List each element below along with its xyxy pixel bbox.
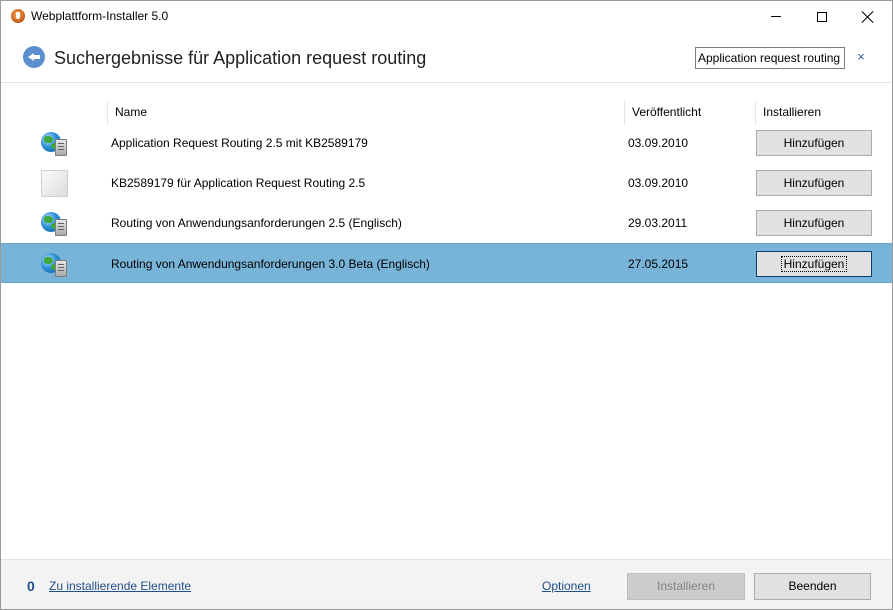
minimize-button[interactable] [753,1,799,32]
maximize-icon [817,11,827,22]
column-header-install[interactable]: Installieren [763,105,821,119]
maximize-button[interactable] [799,1,845,32]
items-to-install-link[interactable]: Zu installierende Elemente [49,579,191,593]
blank-page-icon [41,170,69,197]
product-name: Routing von Anwendungsanforderungen 2.5 … [111,216,402,230]
table-row[interactable]: KB2589179 für Application Request Routin… [1,163,892,203]
product-date: 27.05.2015 [628,257,689,271]
title-bar: Webplattform-Installer 5.0 [1,1,892,32]
add-button[interactable]: Hinzufügen [756,210,872,236]
web-platform-installer-icon [11,9,25,23]
product-date: 03.09.2010 [628,176,689,190]
product-name: Application Request Routing 2.5 mit KB25… [111,136,368,150]
add-button[interactable]: Hinzufügen [756,130,872,156]
add-button[interactable]: Hinzufügen [756,170,872,196]
column-header-published[interactable]: Veröffentlicht [632,105,701,119]
search-input[interactable] [695,47,845,69]
installer-window: Webplattform-Installer 5.0 Suchergebniss… [0,0,893,610]
column-divider [107,101,108,125]
quit-button[interactable]: Beenden [754,573,871,600]
close-icon [862,11,874,23]
install-button[interactable]: Installieren [627,573,745,600]
table-row[interactable]: Application Request Routing 2.5 mit KB25… [1,123,892,163]
column-header-name[interactable]: Name [115,105,147,119]
globe-server-icon [41,251,69,277]
add-button[interactable]: Hinzufügen [756,251,872,277]
page-title: Suchergebnisse für Application request r… [54,48,427,68]
product-date: 03.09.2010 [628,136,689,150]
column-divider [624,101,625,125]
close-window-button[interactable] [845,1,891,32]
table-row-selected[interactable]: Routing von Anwendungsanforderungen 3.0 … [1,243,892,283]
back-arrow-icon[interactable] [23,46,45,68]
table-row[interactable]: Routing von Anwendungsanforderungen 2.5 … [1,203,892,243]
options-link[interactable]: Optionen [542,579,591,593]
column-divider [755,101,756,125]
footer-bar: 0 Zu installierende Elemente Optionen In… [1,559,892,609]
product-date: 29.03.2011 [628,216,688,230]
page-header: Suchergebnisse für Application request r… [1,32,892,83]
product-name: KB2589179 für Application Request Routin… [111,176,366,190]
globe-server-icon [41,130,69,156]
product-name: Routing von Anwendungsanforderungen 3.0 … [111,257,430,271]
globe-server-icon [41,210,69,236]
minimize-icon [771,16,781,17]
window-title: Webplattform-Installer 5.0 [31,9,169,23]
items-count: 0 [27,578,35,594]
clear-search-icon[interactable]: × [854,49,868,65]
